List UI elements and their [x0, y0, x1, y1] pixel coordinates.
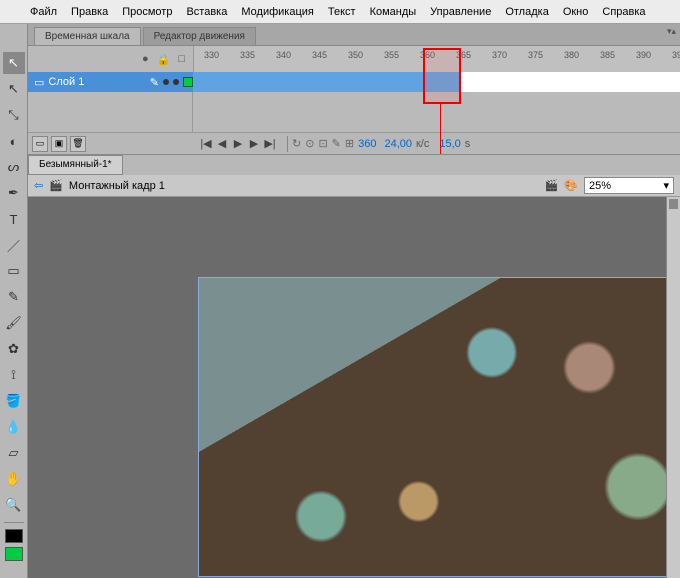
- layer-row[interactable]: ▭ Слой 1 ✎: [28, 72, 680, 92]
- edit-multiple-icon[interactable]: ✎: [332, 137, 341, 150]
- menu-window[interactable]: Окно: [563, 6, 589, 18]
- ruler-tick: 375: [528, 50, 543, 60]
- frames-filled: [194, 72, 459, 92]
- onion-skin-icon[interactable]: ⊙: [305, 137, 314, 150]
- document-tabs: Безымянный-1*: [28, 155, 123, 175]
- fps-value[interactable]: 24,00: [384, 138, 412, 150]
- tool-bone[interactable]: ⟟: [3, 364, 25, 386]
- menu-modify[interactable]: Модификация: [241, 6, 314, 18]
- delete-layer-button[interactable]: 🗑: [70, 136, 86, 152]
- tool-zoom[interactable]: 🔍: [3, 494, 25, 516]
- fps-unit: к/с: [416, 138, 429, 150]
- timeline-footer: ▭ ▣ 🗑 |◀ ◀ ▶ ▶ ▶| ↻ ⊙ ⊡ ✎ ⊞ 360 24,00 к/…: [28, 132, 680, 154]
- tool-paint-bucket[interactable]: 🪣: [3, 390, 25, 412]
- ruler-tick: 340: [276, 50, 291, 60]
- tool-arrow[interactable]: ↖: [3, 52, 25, 74]
- menu-commands[interactable]: Команды: [370, 6, 417, 18]
- ruler-tick: 330: [204, 50, 219, 60]
- tab-timeline[interactable]: Временная шкала: [34, 27, 141, 45]
- chevron-down-icon: ▾: [663, 179, 669, 192]
- layer-name[interactable]: Слой 1: [48, 76, 84, 88]
- step-back-button[interactable]: ◀: [215, 137, 229, 150]
- tool-text[interactable]: T: [3, 208, 25, 230]
- layer-lock-dot[interactable]: [173, 79, 179, 85]
- step-forward-button[interactable]: ▶: [247, 137, 261, 150]
- panel-collapse-icon[interactable]: ▾▴: [667, 26, 676, 37]
- menu-edit[interactable]: Правка: [71, 6, 108, 18]
- stage-vertical-scrollbar[interactable]: [666, 197, 680, 578]
- stroke-color-swatch[interactable]: [5, 529, 23, 543]
- ruler-tick: 335: [240, 50, 255, 60]
- outline-column-icon[interactable]: □: [178, 53, 185, 66]
- current-frame-value[interactable]: 360: [358, 138, 376, 150]
- ruler-tick: 345: [312, 50, 327, 60]
- play-button[interactable]: ▶: [231, 137, 245, 150]
- onion-outline-icon[interactable]: ⊡: [318, 137, 327, 150]
- menu-debug[interactable]: Отладка: [505, 6, 548, 18]
- tool-subselect[interactable]: ↖: [3, 78, 25, 100]
- new-folder-button[interactable]: ▣: [51, 136, 67, 152]
- tool-3d-rotate[interactable]: ◐: [3, 130, 25, 152]
- layer-visible-dot[interactable]: [163, 79, 169, 85]
- ruler-tick: 355: [384, 50, 399, 60]
- tool-line[interactable]: ／: [3, 234, 25, 256]
- playhead-line: [440, 104, 441, 154]
- playback-controls: |◀ ◀ ▶ ▶ ▶|: [193, 137, 283, 150]
- time-unit: s: [465, 138, 471, 150]
- scene-back-icon[interactable]: ⇦: [34, 179, 43, 192]
- ruler-tick: 370: [492, 50, 507, 60]
- ruler-tick: 395: [672, 50, 680, 60]
- zoom-value: 25%: [589, 180, 611, 192]
- elapsed-time-value[interactable]: 15,0: [439, 138, 460, 150]
- scene-bar: ⇦ 🎬 Монтажный кадр 1 🎬 🎨 25% ▾: [28, 175, 680, 197]
- zoom-select[interactable]: 25% ▾: [584, 177, 674, 194]
- loop-icon[interactable]: ↻: [292, 137, 301, 150]
- menu-text[interactable]: Текст: [328, 6, 356, 18]
- menu-control[interactable]: Управление: [430, 6, 491, 18]
- tab-motion-editor[interactable]: Редактор движения: [143, 27, 256, 45]
- stage-canvas-image[interactable]: [198, 277, 680, 577]
- edit-symbol-icon[interactable]: 🎨: [564, 179, 578, 192]
- menu-view[interactable]: Просмотр: [122, 6, 172, 18]
- document-tab[interactable]: Безымянный-1*: [28, 155, 123, 175]
- new-layer-button[interactable]: ▭: [32, 136, 48, 152]
- tool-eraser[interactable]: ▱: [3, 442, 25, 464]
- tool-brush[interactable]: 🖌: [3, 312, 25, 334]
- scene-clapper-icon: 🎬: [49, 179, 63, 192]
- tools-panel: ↖ ↖ ⤡ ◐ ᔕ ✒ T ／ ▭ ✎ 🖌 ✿ ⟟ 🪣 💧 ▱ ✋ 🔍: [0, 24, 28, 578]
- layer-column-headers: ● 🔒 □: [28, 53, 193, 66]
- tool-lasso[interactable]: ᔕ: [3, 156, 25, 178]
- goto-first-button[interactable]: |◀: [199, 137, 213, 150]
- tool-pencil[interactable]: ✎: [3, 286, 25, 308]
- tool-deco[interactable]: ✿: [3, 338, 25, 360]
- menu-insert[interactable]: Вставка: [186, 6, 227, 18]
- ruler-tick: 350: [348, 50, 363, 60]
- stage-area[interactable]: [28, 197, 680, 578]
- tool-hand[interactable]: ✋: [3, 468, 25, 490]
- ruler-tick: 380: [564, 50, 579, 60]
- goto-last-button[interactable]: ▶|: [263, 137, 277, 150]
- layer-edit-icon: ✎: [150, 76, 159, 89]
- annotation-highlight-box: [423, 48, 461, 104]
- edit-scene-icon[interactable]: 🎬: [545, 179, 559, 192]
- tool-ink[interactable]: 💧: [3, 416, 25, 438]
- panel-tabs: Временная шкала Редактор движения: [28, 24, 680, 46]
- layer-type-icon: ▭: [34, 76, 44, 89]
- ruler-tick: 390: [636, 50, 651, 60]
- menu-help[interactable]: Справка: [602, 6, 645, 18]
- frames-empty: [459, 72, 680, 92]
- scene-label[interactable]: Монтажный кадр 1: [69, 180, 165, 192]
- center-frame-icon[interactable]: ⊞: [345, 137, 354, 150]
- lock-column-icon[interactable]: 🔒: [157, 53, 171, 66]
- ruler-tick: 385: [600, 50, 615, 60]
- tool-pen[interactable]: ✒: [3, 182, 25, 204]
- visibility-column-icon[interactable]: ●: [142, 53, 149, 66]
- timeline-panel: ● 🔒 □ 3303353403453503553603653703753803…: [28, 46, 680, 155]
- tool-rect[interactable]: ▭: [3, 260, 25, 282]
- menu-file[interactable]: Файл: [30, 6, 57, 18]
- fill-color-swatch[interactable]: [5, 547, 23, 561]
- tool-free-transform[interactable]: ⤡: [3, 104, 25, 126]
- layer-color-swatch[interactable]: [183, 77, 193, 87]
- menubar: Файл Правка Просмотр Вставка Модификация…: [0, 0, 680, 24]
